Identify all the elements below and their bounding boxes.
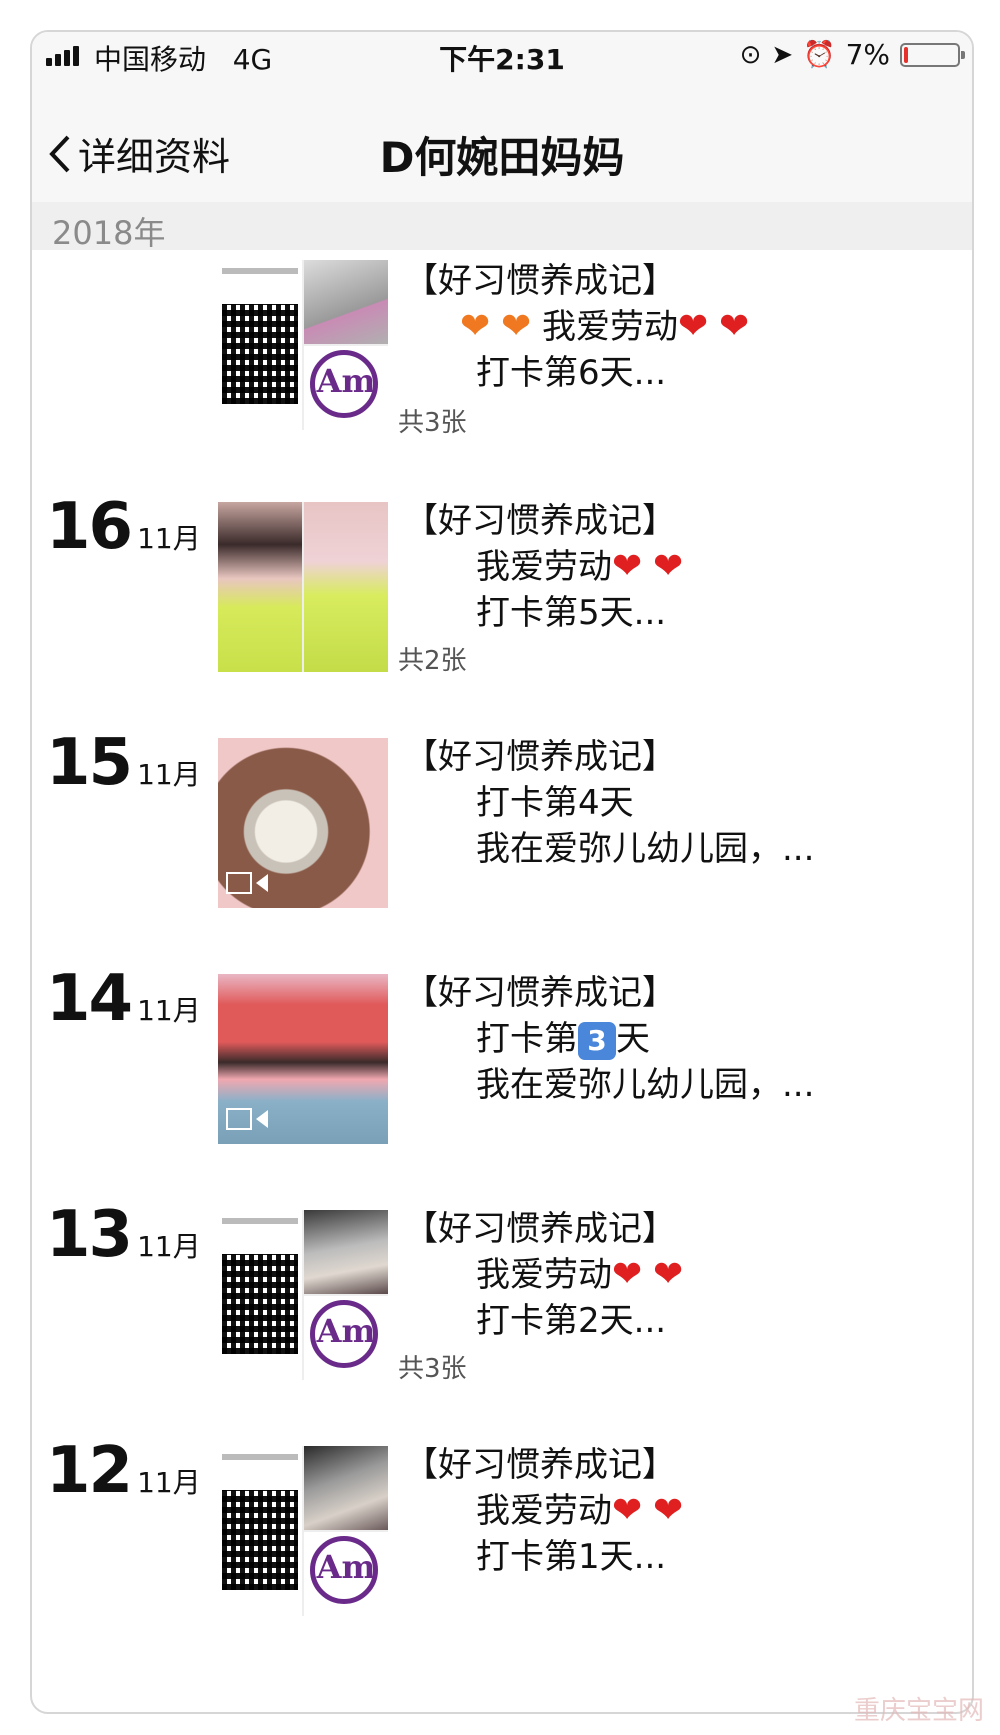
qr-code-image: [218, 1210, 302, 1380]
heart-icon: ❤: [677, 306, 709, 347]
entry-month: 11月: [137, 758, 201, 791]
heart-icon: ❤: [612, 1490, 643, 1531]
heart-icon: ❤: [652, 1490, 684, 1531]
navigation-bar: 详细资料 D何婉田妈妈: [32, 82, 972, 203]
location-arrow-icon: ➤: [771, 39, 794, 70]
heart-icon: ❤: [612, 546, 643, 587]
keycap-digit-icon: 3: [578, 1021, 616, 1060]
entry-date: 15 11月: [46, 726, 201, 800]
moment-heading: 【好习惯养成记】: [404, 737, 676, 777]
moment-heading: 【好习惯养成记】: [404, 973, 676, 1013]
photo-collage[interactable]: Am: [218, 1210, 388, 1380]
battery-icon: [900, 42, 965, 67]
moments-feed[interactable]: Am 共3张 【好习惯养成记】 ❤ ❤ 我爱劳动❤ ❤ 打卡第6天... 16 1…: [32, 250, 972, 1712]
video-thumbnail[interactable]: [218, 974, 388, 1144]
moment-entry[interactable]: 14 11月 【好习惯养成记】 打卡第 3 天 我在爱弥儿幼儿园，...: [32, 962, 972, 1198]
moment-entry[interactable]: 13 11月 Am 共3张 【好习惯养成记】 我爱劳动❤ ❤ 打卡第2天...: [32, 1198, 972, 1434]
page-title: D何婉田妈妈: [379, 133, 625, 182]
heart-icon: ❤: [612, 1254, 643, 1295]
photo-count: 共3张: [398, 1354, 467, 1384]
kindergarten-logo-image: Am: [304, 346, 388, 430]
moment-entry[interactable]: Am 共3张 【好习惯养成记】 ❤ ❤ 我爱劳动❤ ❤ 打卡第6天...: [32, 250, 972, 482]
site-watermark: 重庆宝宝网: [853, 1696, 984, 1726]
entry-day: 16: [46, 490, 133, 564]
entry-date: 14 11月: [46, 962, 201, 1036]
photo-thumbnail: [304, 1210, 388, 1294]
moment-heading: 【好习惯养成记】: [404, 1209, 676, 1249]
entry-date: 16 11月: [46, 490, 201, 564]
entry-day: 12: [46, 1434, 133, 1508]
entry-month: 11月: [137, 1230, 201, 1263]
moment-heading: 【好习惯养成记】: [404, 261, 676, 301]
video-thumbnail[interactable]: [218, 738, 388, 908]
moment-text: 【好习惯养成记】 ❤ ❤ 我爱劳动❤ ❤ 打卡第6天...: [404, 261, 750, 393]
entry-day: 14: [46, 962, 133, 1036]
year-section-header: 2018年: [32, 202, 972, 252]
moment-text: 【好习惯养成记】 我爱劳动❤ ❤ 打卡第1天...: [404, 1445, 684, 1577]
entry-day: 13: [46, 1198, 133, 1272]
heart-icon: ❤: [652, 1254, 684, 1295]
status-bar: 中国移动 4G 下午2:31 ⊙ ➤ ⏰ 7%: [32, 32, 972, 82]
moment-text: 【好习惯养成记】 打卡第 3 天 我在爱弥儿幼儿园，...: [404, 973, 815, 1105]
orange-heart-icon: ❤: [500, 306, 532, 347]
photo-collage[interactable]: [218, 502, 388, 672]
entry-month: 11月: [137, 522, 201, 555]
video-icon: [226, 872, 270, 896]
photo-collage[interactable]: Am: [218, 1446, 388, 1616]
moment-entry[interactable]: 12 11月 Am 【好习惯养成记】 我爱劳动❤ ❤ 打卡第1天...: [32, 1434, 972, 1670]
kindergarten-logo-image: Am: [304, 1296, 388, 1380]
moment-text: 【好习惯养成记】 我爱劳动❤ ❤ 打卡第2天...: [404, 1209, 684, 1341]
entry-month: 11月: [137, 994, 201, 1027]
entry-month: 11月: [137, 1466, 201, 1499]
qr-code-image: [218, 260, 302, 430]
video-icon: [226, 1108, 270, 1132]
heart-icon: ❤: [652, 546, 684, 587]
entry-date: 12 11月: [46, 1434, 201, 1508]
photo-count: 共2张: [398, 646, 467, 676]
moment-entry[interactable]: 15 11月 【好习惯养成记】 打卡第4天 我在爱弥儿幼儿园，...: [32, 726, 972, 962]
moment-heading: 【好习惯养成记】: [404, 1445, 676, 1485]
moment-heading: 【好习惯养成记】: [404, 501, 676, 541]
qr-code-image: [218, 1446, 302, 1616]
photo-thumbnail: [304, 1446, 388, 1530]
photo-collage[interactable]: Am: [218, 260, 388, 430]
moment-text: 【好习惯养成记】 打卡第4天 我在爱弥儿幼儿园，...: [404, 737, 815, 869]
moment-entry[interactable]: 16 11月 共2张 【好习惯养成记】 我爱劳动❤ ❤ 打卡第5天...: [32, 490, 972, 726]
entry-day: 15: [46, 726, 133, 800]
alarm-icon: ⏰: [803, 39, 836, 70]
orange-heart-icon: ❤: [460, 306, 491, 347]
kindergarten-logo-image: Am: [304, 1532, 388, 1616]
photo-thumbnail: [304, 502, 388, 672]
photo-count: 共3张: [398, 408, 467, 438]
battery-percent: 7%: [845, 38, 890, 71]
heart-icon: ❤: [718, 306, 750, 347]
photo-thumbnail: [218, 502, 302, 672]
photo-thumbnail: [304, 260, 388, 344]
phone-screen: 中国移动 4G 下午2:31 ⊙ ➤ ⏰ 7% 详细资料 D何婉田妈妈 2018…: [30, 30, 974, 1714]
rotation-lock-icon: ⊙: [739, 39, 762, 70]
moment-text: 【好习惯养成记】 我爱劳动❤ ❤ 打卡第5天...: [404, 501, 684, 633]
entry-date: 13 11月: [46, 1198, 201, 1272]
